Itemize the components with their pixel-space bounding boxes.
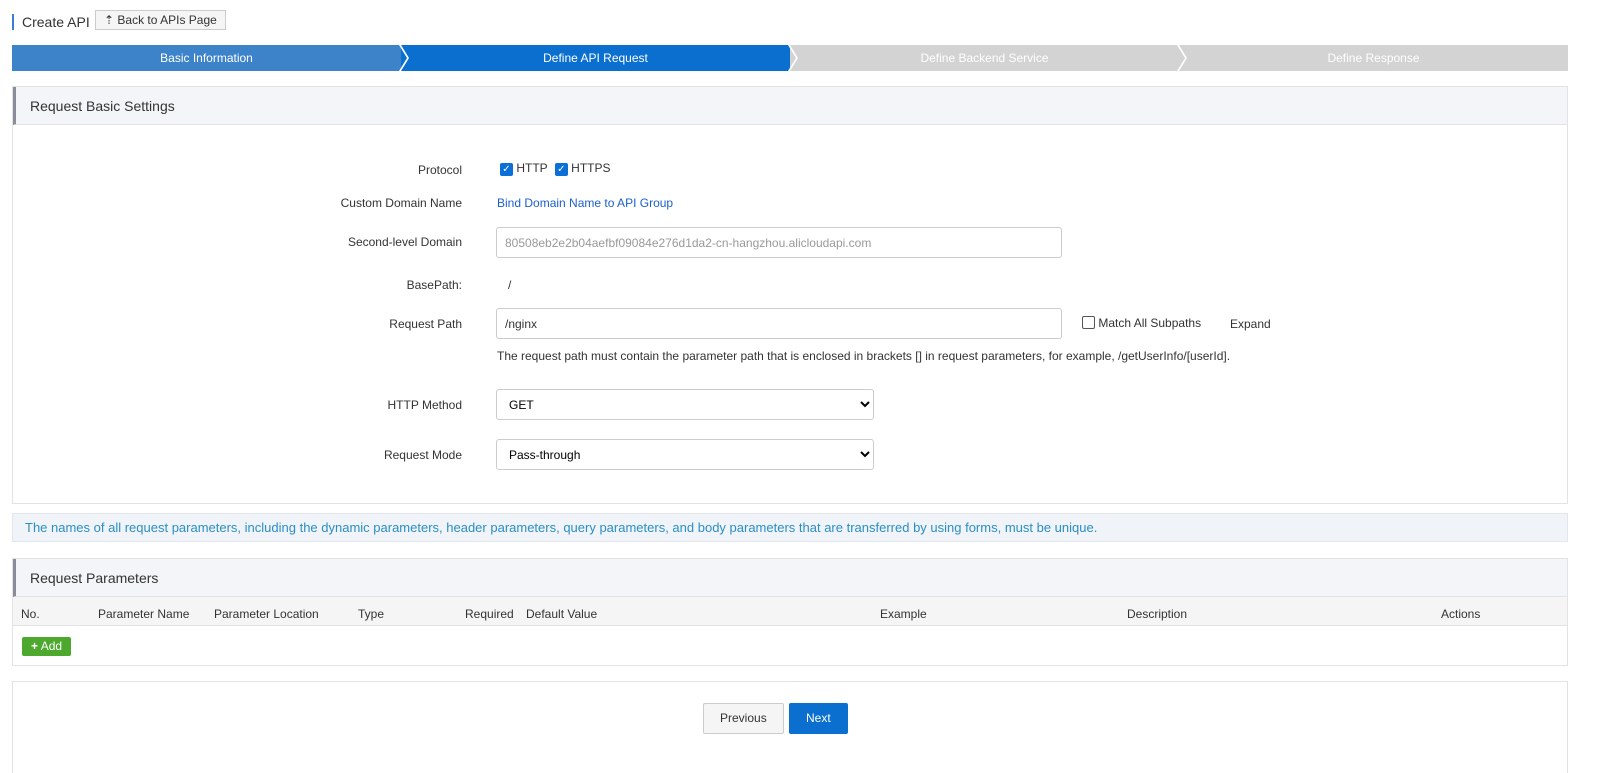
step-arrow-icon [399,45,409,71]
request-path-label: Request Path [389,317,462,331]
https-checkbox[interactable]: ✓ [554,163,568,176]
page-title: Create API [12,14,90,30]
step-label: Define API Request [543,51,648,65]
wizard-steps: Basic Information Define API Request Def… [12,45,1568,71]
request-mode-select[interactable]: Pass-through [496,439,874,470]
step-arrow-icon [788,45,798,71]
step-label: Define Response [1327,51,1420,65]
step-define-backend-service: Define Backend Service [790,45,1187,71]
next-button[interactable]: Next [789,703,848,734]
back-to-apis-button[interactable]: ⇡ Back to APIs Page [95,10,226,30]
step-arrow-icon [1177,45,1187,71]
http-checkbox[interactable]: ✓ [500,163,513,176]
request-parameters-panel: Request Parameters No. Parameter Name Pa… [12,558,1568,666]
match-all-label: Match All Subpaths [1098,316,1202,330]
second-level-domain-label: Second-level Domain [347,235,462,249]
col-description: Description [1127,607,1188,621]
request-mode-label: Request Mode [383,448,462,462]
add-parameter-button[interactable]: + Add [22,637,72,656]
http-label: HTTP [516,161,548,175]
step-label: Basic Information [160,51,253,65]
uniqueness-notice: The names of all request parameters, inc… [12,513,1568,542]
protocol-label: Protocol [417,163,462,177]
step-basic-information: Basic Information [12,45,409,71]
col-example: Example [880,607,927,621]
http-method-label: HTTP Method [387,398,462,412]
params-table-header: No. Parameter Name Parameter Location Ty… [13,597,1567,626]
step-label: Define Backend Service [920,51,1049,65]
plus-icon: + [31,639,39,653]
http-method-select[interactable]: GET [496,389,874,420]
col-parameter-location: Parameter Location [214,607,319,621]
col-actions: Actions [1441,607,1481,621]
step-define-response: Define Response [1179,45,1568,71]
https-label: HTTPS [571,161,611,175]
back-label: Back to APIs Page [117,13,217,27]
previous-button[interactable]: Previous [703,703,784,734]
basepath-label: BasePath: [406,278,462,292]
match-all-subpaths-checkbox[interactable] [1082,316,1095,329]
step-define-api-request: Define API Request [401,45,798,71]
add-label: Add [40,639,63,653]
section-heading: Request Basic Settings [13,87,1567,125]
basepath-value: / [508,278,512,292]
col-parameter-name: Parameter Name [98,607,190,621]
bind-domain-link[interactable]: Bind Domain Name to API Group [497,196,673,210]
custom-domain-label: Custom Domain Name [340,196,462,210]
col-no: No. [21,607,40,621]
col-default-value: Default Value [526,607,598,621]
request-path-input[interactable] [496,308,1062,339]
second-level-domain-input[interactable] [496,227,1062,258]
upload-arrow-icon: ⇡ [104,13,115,27]
section-heading: Request Parameters [13,559,1567,597]
expand-link[interactable]: Expand [1230,317,1271,331]
col-required: Required [465,607,514,621]
request-path-hint: The request path must contain the parame… [497,349,1231,363]
col-type: Type [358,607,385,621]
